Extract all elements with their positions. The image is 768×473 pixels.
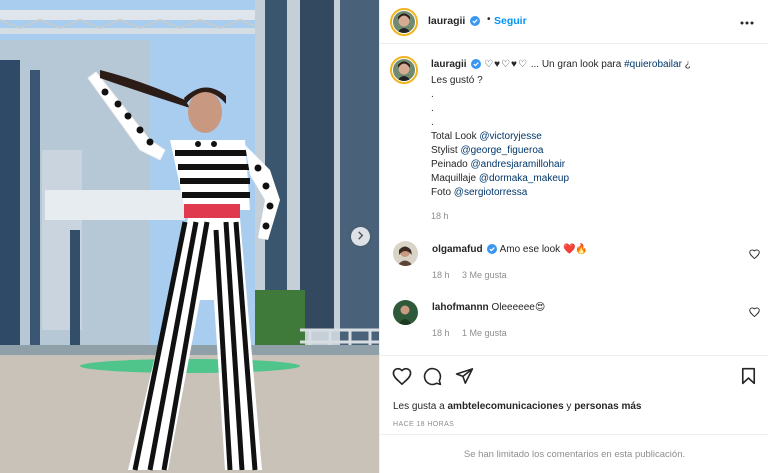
credit-line: Stylist @george_figueroa [431, 144, 761, 158]
photo-illustration [0, 0, 379, 473]
credit-label: Maquillaje [431, 173, 479, 184]
caption-dot: . [431, 103, 434, 114]
chevron-right-icon [356, 230, 365, 243]
credit-handle[interactable]: @victoryjesse [479, 131, 541, 142]
comment-username[interactable]: olgamafud [432, 244, 483, 255]
heart-icon[interactable] [749, 249, 760, 262]
caption-hashtag[interactable]: #quierobailar [624, 59, 682, 70]
caption-author-avatar[interactable] [390, 56, 418, 84]
next-photo-button[interactable] [351, 227, 370, 246]
comment-username[interactable]: lahofmannn [432, 302, 489, 313]
credit-label: Stylist [431, 145, 461, 156]
comment-emoji: 😍 [534, 302, 546, 313]
verified-badge-icon [470, 16, 481, 29]
comment-emoji: ❤️🔥 [562, 244, 588, 255]
credit-line: Peinado @andresjaramillohair [431, 158, 761, 172]
comment-likes[interactable]: 3 Me gusta [462, 270, 507, 280]
credit-line: Foto @sergiotorressa [431, 186, 761, 200]
credit-handle[interactable]: @dormaka_makeup [479, 173, 569, 184]
post-caption: lauragii ♡♥♡♥♡ ... Un gran look para #qu… [431, 58, 761, 200]
caption-username[interactable]: lauragii [431, 59, 467, 70]
likes-prefix: Les gusta a [393, 401, 448, 412]
credit-handle[interactable]: @george_figueroa [460, 145, 543, 156]
comment: olgamafud Amo ese look ❤️🔥 [432, 244, 588, 257]
credit-handle[interactable]: @sergiotorressa [454, 187, 528, 198]
follow-button[interactable]: Seguir [494, 15, 527, 27]
author-username[interactable]: lauragii [428, 15, 481, 29]
caption-text: ... Un gran look para [530, 59, 625, 70]
credit-label: Total Look [431, 131, 480, 142]
caption-first-line: lauragii ♡♥♡♥♡ ... Un gran look para #qu… [431, 58, 761, 74]
post-age[interactable]: HACE 18 HORAS [393, 421, 454, 428]
commenter-avatar[interactable] [393, 300, 418, 325]
post-actions: Les gusta a ambtelecomunicaciones y pers… [380, 355, 768, 473]
likes-others[interactable]: personas más [574, 401, 641, 412]
comment-meta: 18 h 1 Me gusta [432, 328, 517, 338]
verified-badge-icon [471, 59, 482, 74]
credit-label: Peinado [431, 159, 471, 170]
comment-time[interactable]: 18 h [432, 328, 450, 338]
credit-line: Maquillaje @dormaka_makeup [431, 172, 761, 186]
comment-text: Oleeeeee [491, 302, 535, 313]
comment-icon[interactable] [423, 367, 442, 389]
bookmark-icon[interactable] [741, 367, 756, 388]
commenter-avatar[interactable] [393, 241, 418, 266]
instagram-post-view: lauragii • Seguir lauragii ♡♥♡♥♡ ... Un … [0, 0, 768, 473]
post-header: lauragii • Seguir [380, 0, 768, 44]
comments-limited-notice: Se han limitado los comentarios en esta … [380, 434, 768, 473]
author-username-text[interactable]: lauragii [428, 15, 465, 27]
share-icon[interactable] [455, 367, 474, 388]
comment-meta: 18 h 3 Me gusta [432, 270, 517, 280]
likes-summary: Les gusta a ambtelecomunicaciones y pers… [393, 401, 641, 412]
post-photo[interactable] [0, 0, 379, 473]
caption-hearts: ♡♥♡♥♡ [484, 59, 528, 70]
credit-handle[interactable]: @andresjaramillohair [470, 159, 565, 170]
comment-time[interactable]: 18 h [432, 270, 450, 280]
post-details-panel: lauragii • Seguir lauragii ♡♥♡♥♡ ... Un … [379, 0, 768, 473]
heart-icon[interactable] [392, 367, 412, 388]
caption-dot: . [431, 117, 434, 128]
author-avatar[interactable] [390, 8, 418, 36]
header-separator: • [487, 14, 491, 25]
likes-user[interactable]: ambtelecomunicaciones [447, 401, 563, 412]
comment: lahofmannn Oleeeeee😍 [432, 302, 545, 313]
credit-label: Foto [431, 187, 454, 198]
verified-badge-icon [487, 244, 498, 257]
more-options-icon[interactable] [740, 17, 754, 28]
comment-text: Amo ese look [499, 244, 563, 255]
caption-text-end: ¿ [681, 59, 691, 70]
caption-time[interactable]: 18 h [431, 211, 449, 221]
likes-middle: y [563, 401, 575, 412]
comment-likes[interactable]: 1 Me gusta [462, 328, 507, 338]
credit-line: Total Look @victoryjesse [431, 130, 761, 144]
heart-icon[interactable] [749, 307, 760, 320]
caption-dot: . [431, 89, 434, 100]
caption-line-2: Les gustó ? [431, 75, 483, 86]
